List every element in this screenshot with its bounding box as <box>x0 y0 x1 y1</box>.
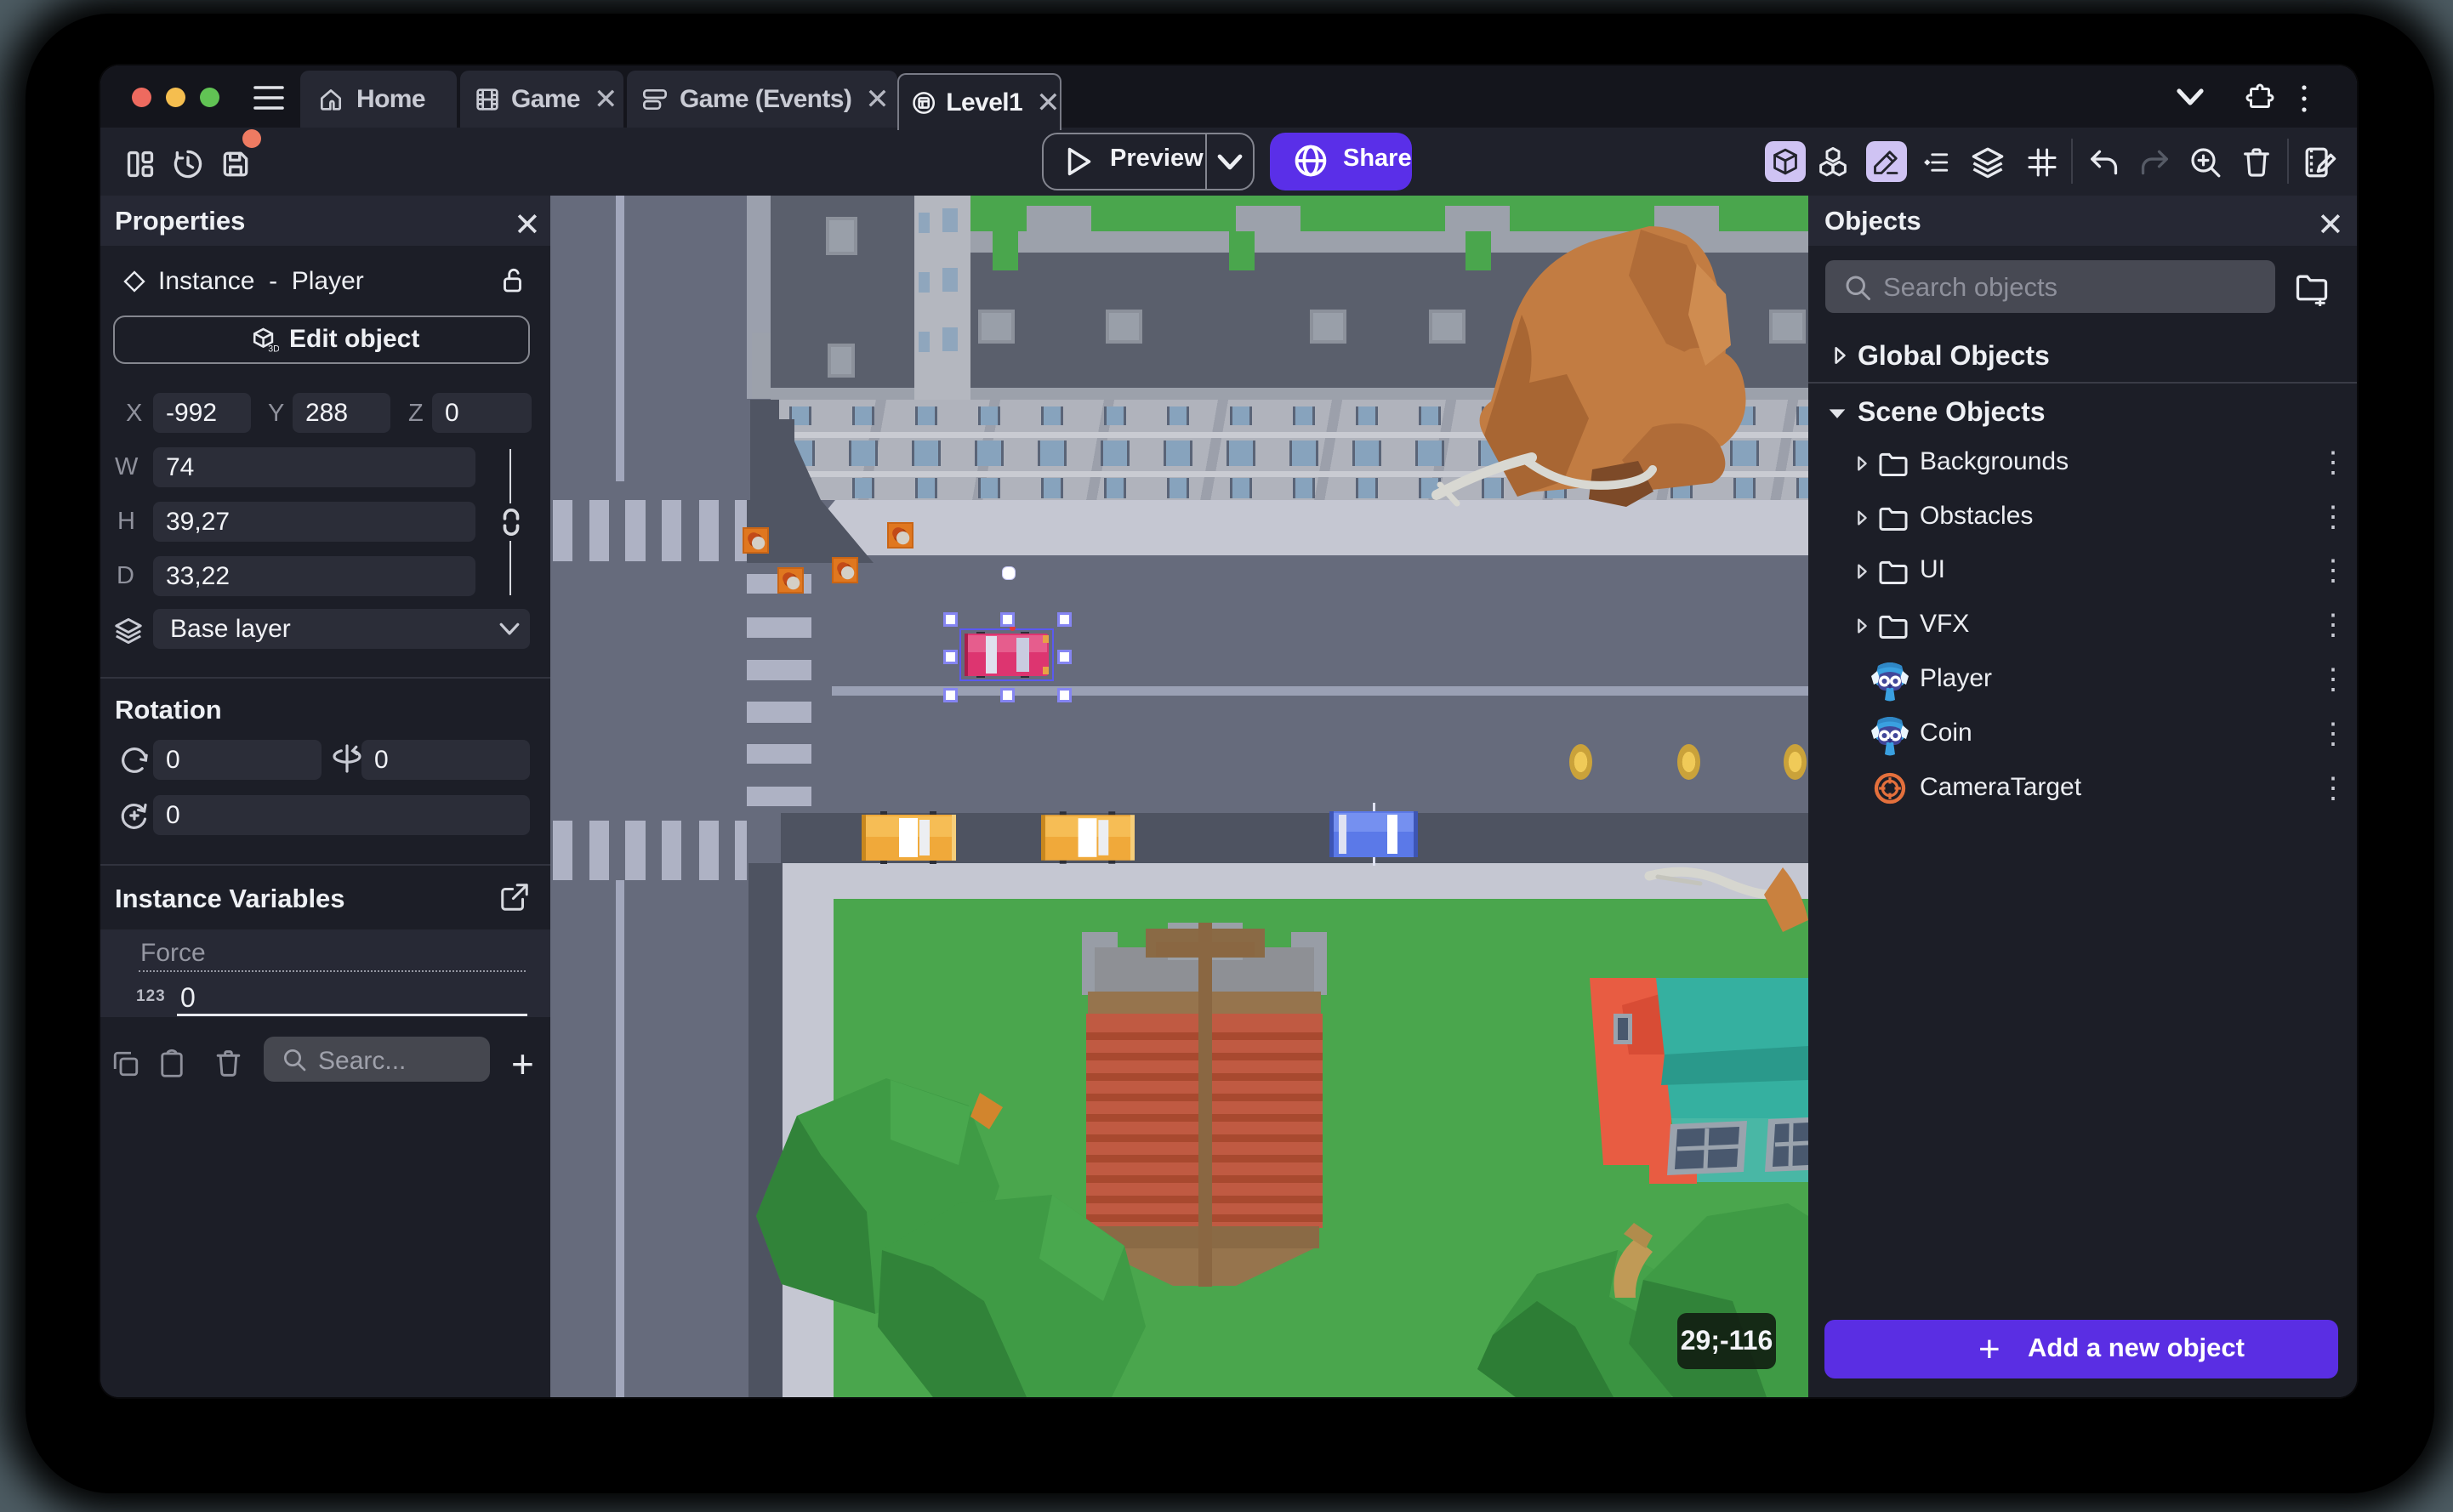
svg-text:3D: 3D <box>268 344 279 354</box>
